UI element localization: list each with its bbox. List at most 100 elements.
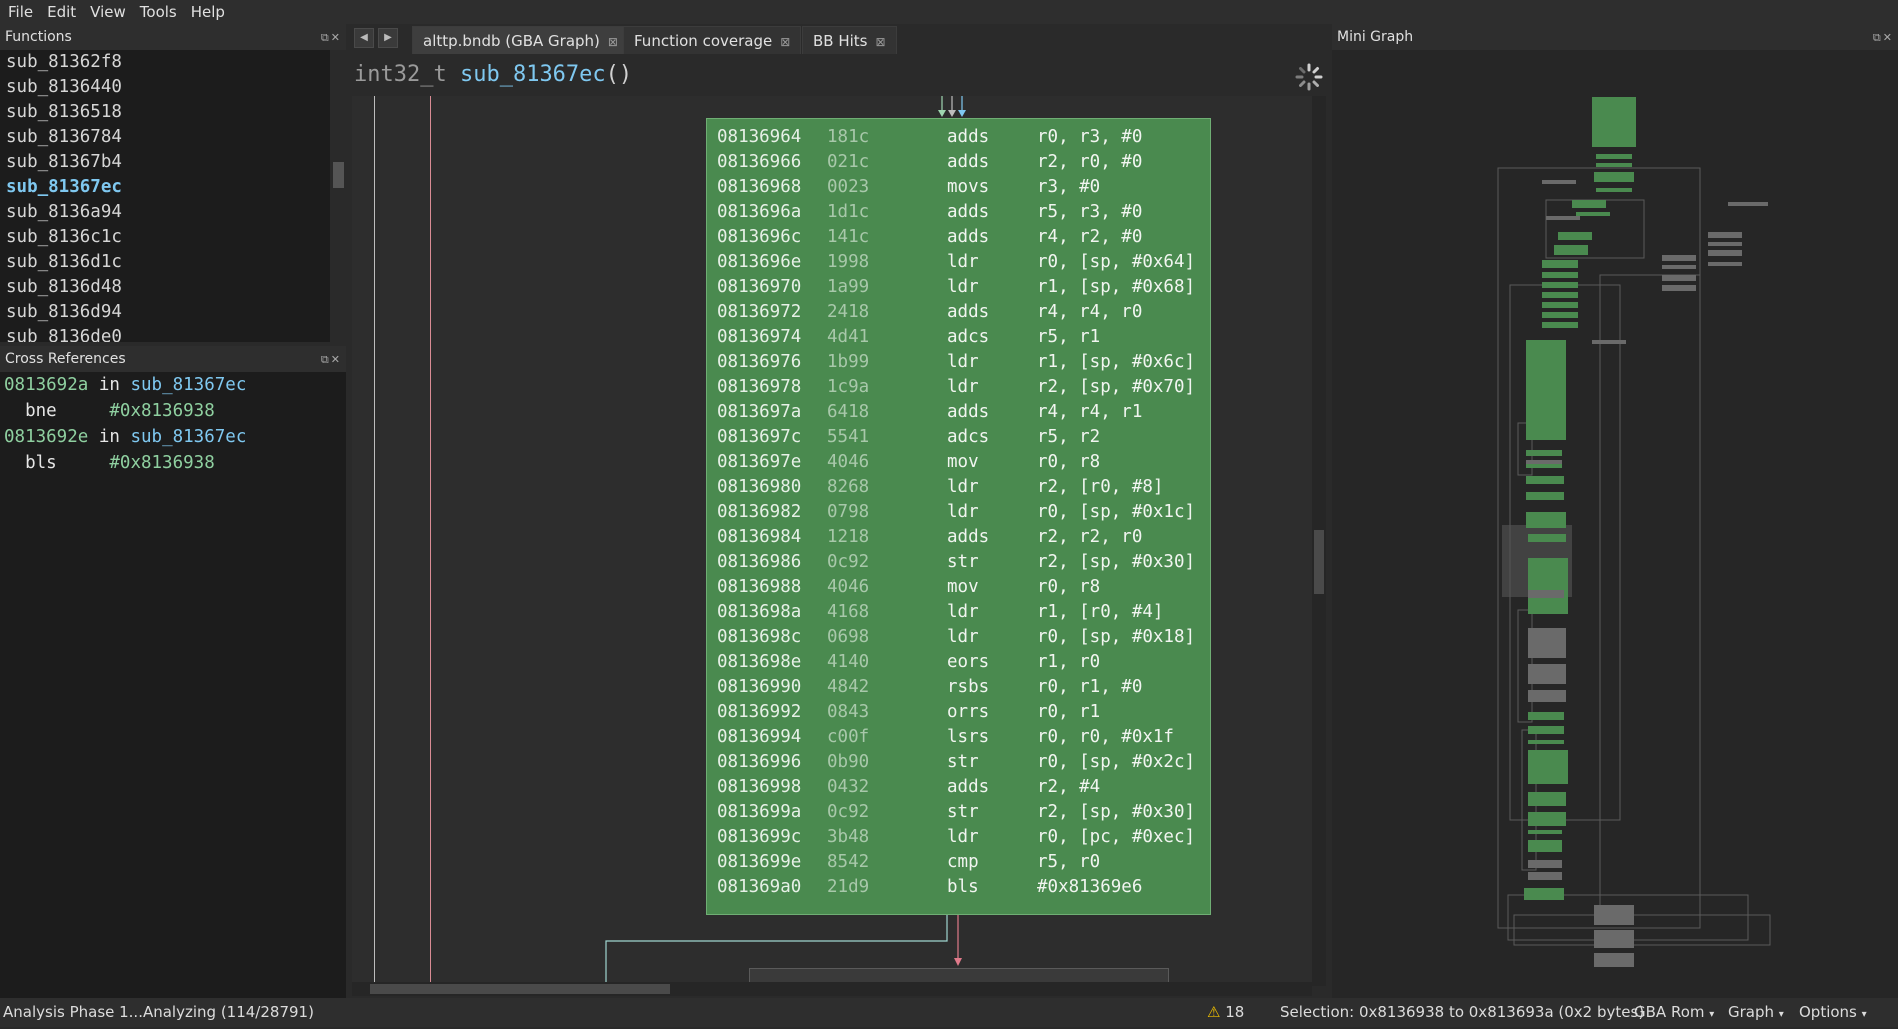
instruction-bytes: 5541: [827, 427, 870, 447]
function-name[interactable]: sub_81367ec: [460, 62, 606, 87]
functions-list[interactable]: sub_81362f8 sub_8136440 sub_8136518 sub_813…: [0, 50, 330, 342]
instruction-row[interactable]: 08136984 1218 adds r2, r2, r0: [707, 525, 1210, 550]
instruction-bytes: 4046: [827, 452, 870, 472]
close-icon[interactable]: ⊠: [780, 35, 790, 49]
tab-alttp-graph[interactable]: alttp.bndb (GBA Graph) ⊠: [412, 26, 629, 54]
instruction-row[interactable]: 0813698c 0698 ldr r0, [sp, #0x18]: [707, 625, 1210, 650]
function-list-item[interactable]: sub_81367ec: [0, 175, 330, 200]
instruction-row[interactable]: 0813697c 5541 adcs r5, r2: [707, 425, 1210, 450]
platform-label: GBA Rom: [1634, 1003, 1705, 1021]
instruction-row[interactable]: 08136990 4842 rsbs r0, r1, #0: [707, 675, 1210, 700]
menu-help[interactable]: Help: [185, 0, 231, 24]
menu-file[interactable]: File: [2, 0, 39, 24]
instruction-row[interactable]: 08136996 0b90 str r0, [sp, #0x2c]: [707, 750, 1210, 775]
instruction-row[interactable]: 08136966 021c adds r2, r0, #0: [707, 150, 1210, 175]
xref-function[interactable]: sub_81367ec: [130, 427, 246, 447]
nav-back-button[interactable]: ◀: [354, 28, 374, 48]
dock-buttons[interactable]: ⧉✕: [1873, 31, 1894, 45]
instruction-row[interactable]: 08136972 2418 adds r4, r4, r0: [707, 300, 1210, 325]
function-list-item[interactable]: sub_8136d48: [0, 275, 330, 300]
tab-function-coverage[interactable]: Function coverage ⊠: [623, 26, 802, 54]
instruction-row[interactable]: 08136974 4d41 adcs r5, r1: [707, 325, 1210, 350]
instruction-row[interactable]: 0813698e 4140 eors r1, r0: [707, 650, 1210, 675]
instruction-row[interactable]: 08136964 181c adds r0, r3, #0: [707, 125, 1210, 150]
instruction-address: 0813697a: [717, 402, 802, 422]
instruction-address: 08136978: [717, 377, 802, 397]
xref-entry[interactable]: 0813692a in sub_81367ec: [0, 372, 346, 398]
instruction-operands: r0, r0, #0x1f: [1037, 727, 1174, 747]
instruction-row[interactable]: 08136978 1c9a ldr r2, [sp, #0x70]: [707, 375, 1210, 400]
instruction-row[interactable]: 08136976 1b99 ldr r1, [sp, #0x6c]: [707, 350, 1210, 375]
function-list-item[interactable]: sub_8136d1c: [0, 250, 330, 275]
function-list-item[interactable]: sub_8136784: [0, 125, 330, 150]
function-list-item[interactable]: sub_81367b4: [0, 150, 330, 175]
instruction-row[interactable]: 0813697a 6418 adds r4, r4, r1: [707, 400, 1210, 425]
instruction-row[interactable]: 0813697e 4046 mov r0, r8: [707, 450, 1210, 475]
nav-forward-button[interactable]: ▶: [378, 28, 398, 48]
cross-references-panel: Cross References ⧉✕ 0813692a in sub_8136…: [0, 346, 346, 998]
platform-dropdown[interactable]: GBA Rom ▾: [1634, 998, 1714, 1029]
menu-tools[interactable]: Tools: [134, 0, 183, 24]
instruction-row[interactable]: 08136968 0023 movs r3, #0: [707, 175, 1210, 200]
instruction-address: 08136996: [717, 752, 802, 772]
instruction-address: 08136984: [717, 527, 802, 547]
graph-horizontal-scrollbar-thumb[interactable]: [370, 984, 670, 994]
tab-bb-hits[interactable]: BB Hits ⊠: [802, 26, 897, 54]
graph-vertical-scrollbar-thumb[interactable]: [1314, 530, 1324, 594]
function-list-item[interactable]: sub_8136440: [0, 75, 330, 100]
instruction-mnemonic: adds: [947, 152, 990, 172]
instruction-mnemonic: adds: [947, 127, 990, 147]
instruction-bytes: 0c92: [827, 552, 870, 572]
function-list-item[interactable]: sub_8136de0: [0, 325, 330, 342]
instruction-row[interactable]: 08136982 0798 ldr r0, [sp, #0x1c]: [707, 500, 1210, 525]
mini-graph-canvas[interactable]: [1332, 50, 1898, 998]
functions-scrollbar[interactable]: [331, 50, 346, 342]
xref-function[interactable]: sub_81367ec: [130, 375, 246, 395]
instruction-row[interactable]: 0813698a 4168 ldr r1, [r0, #4]: [707, 600, 1210, 625]
instruction-row[interactable]: 0813699e 8542 cmp r5, r0: [707, 850, 1210, 875]
instruction-row[interactable]: 081369a0 21d9 bls #0x81369e6: [707, 875, 1210, 900]
instruction-operands: r1, [sp, #0x68]: [1037, 277, 1196, 297]
instruction-row[interactable]: 0813699c 3b48 ldr r0, [pc, #0xec]: [707, 825, 1210, 850]
function-list-item[interactable]: sub_8136518: [0, 100, 330, 125]
functions-scrollbar-thumb[interactable]: [333, 162, 344, 188]
instruction-row[interactable]: 08136980 8268 ldr r2, [r0, #8]: [707, 475, 1210, 500]
instruction-address: 0813697c: [717, 427, 802, 447]
function-list-item[interactable]: sub_81362f8: [0, 50, 330, 75]
xref-address: 0813692e: [4, 427, 89, 447]
instruction-mnemonic: ldr: [947, 602, 979, 622]
view-dropdown[interactable]: Graph ▾: [1728, 998, 1784, 1029]
instruction-address: 08136976: [717, 352, 802, 372]
instruction-address: 0813696c: [717, 227, 802, 247]
menu-view[interactable]: View: [84, 0, 132, 24]
xref-entry[interactable]: 0813692e in sub_81367ec: [0, 424, 346, 450]
instruction-mnemonic: rsbs: [947, 677, 990, 697]
instruction-row[interactable]: 08136998 0432 adds r2, #4: [707, 775, 1210, 800]
basic-block[interactable]: 08136964 181c adds r0, r3, #0 08136966 021c ad…: [706, 118, 1211, 915]
menu-edit[interactable]: Edit: [41, 0, 82, 24]
instruction-address: 08136988: [717, 577, 802, 597]
instruction-operands: r0, r3, #0: [1037, 127, 1143, 147]
close-icon[interactable]: ⊠: [608, 35, 618, 49]
instruction-row[interactable]: 08136994 c00f lsrs r0, r0, #0x1f: [707, 725, 1210, 750]
instruction-row[interactable]: 0813696a 1d1c adds r5, r3, #0: [707, 200, 1210, 225]
function-list-item[interactable]: sub_8136c1c: [0, 225, 330, 250]
dock-buttons[interactable]: ⧉✕: [321, 353, 342, 367]
close-icon[interactable]: ⊠: [876, 35, 886, 49]
instruction-bytes: 1d1c: [827, 202, 870, 222]
instruction-row[interactable]: 08136988 4046 mov r0, r8: [707, 575, 1210, 600]
function-list-item[interactable]: sub_8136a94: [0, 200, 330, 225]
options-dropdown[interactable]: Options ▾: [1799, 998, 1867, 1029]
instruction-row[interactable]: 08136970 1a99 ldr r1, [sp, #0x68]: [707, 275, 1210, 300]
instruction-bytes: 1c9a: [827, 377, 870, 397]
instruction-address: 08136986: [717, 552, 802, 572]
instruction-row[interactable]: 08136992 0843 orrs r0, r1: [707, 700, 1210, 725]
instruction-row[interactable]: 0813696e 1998 ldr r0, [sp, #0x64]: [707, 250, 1210, 275]
instruction-row[interactable]: 0813696c 141c adds r4, r2, #0: [707, 225, 1210, 250]
dock-buttons[interactable]: ⧉✕: [321, 31, 342, 45]
warning-indicator[interactable]: ⚠ 18: [1207, 998, 1244, 1027]
instruction-address: 0813699a: [717, 802, 802, 822]
instruction-row[interactable]: 08136986 0c92 str r2, [sp, #0x30]: [707, 550, 1210, 575]
function-list-item[interactable]: sub_8136d94: [0, 300, 330, 325]
instruction-row[interactable]: 0813699a 0c92 str r2, [sp, #0x30]: [707, 800, 1210, 825]
